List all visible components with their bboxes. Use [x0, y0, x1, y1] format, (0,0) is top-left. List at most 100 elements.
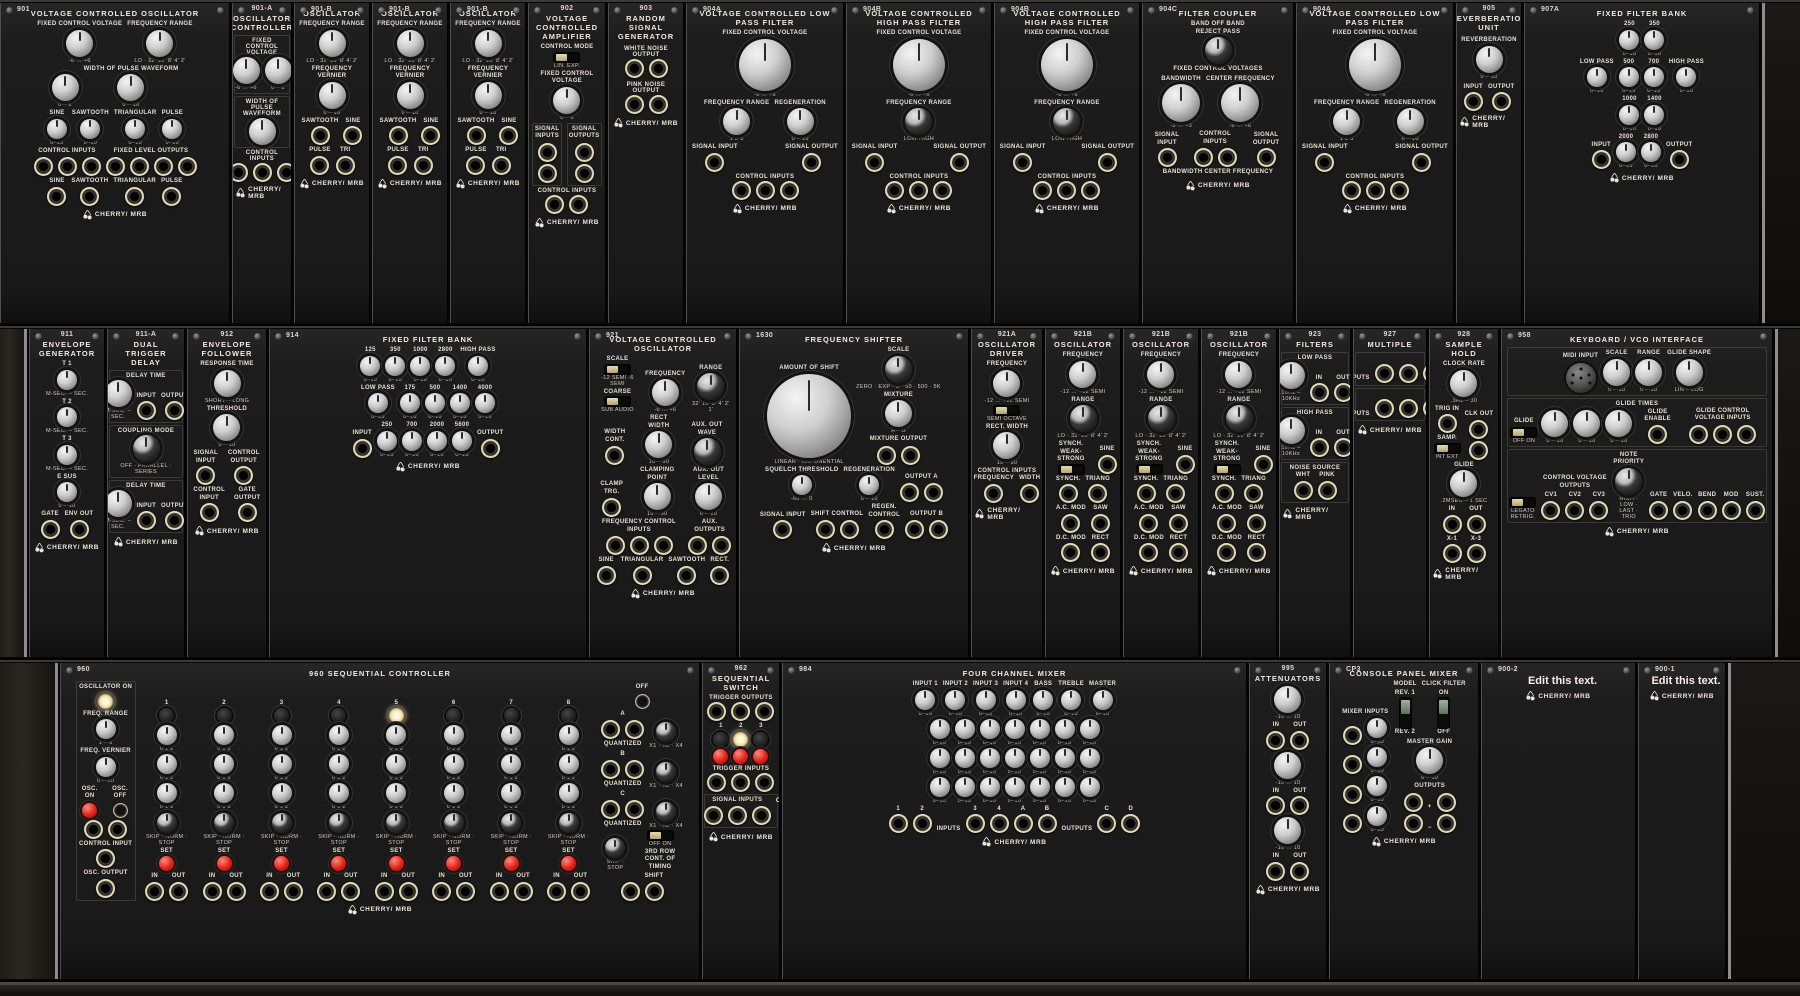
item-knob[interactable]	[930, 748, 950, 768]
item-jack[interactable]	[130, 157, 149, 176]
item-knob[interactable]	[329, 725, 349, 745]
aux-out-level-knob[interactable]	[695, 483, 722, 510]
item-knob[interactable]	[1279, 417, 1305, 444]
pink-jack[interactable]	[1318, 481, 1337, 500]
item-jack[interactable]	[538, 143, 557, 162]
item-jack[interactable]	[1469, 441, 1488, 460]
item-knob[interactable]	[214, 783, 234, 803]
rect-jack[interactable]	[1169, 543, 1188, 562]
item-jack[interactable]	[602, 498, 621, 517]
note-priority-knob[interactable]	[1615, 468, 1642, 495]
item-knob[interactable]	[1055, 748, 1075, 768]
175-knob[interactable]	[400, 393, 420, 413]
frequency-range-knob[interactable]	[905, 108, 932, 135]
item-jack[interactable]	[1437, 814, 1456, 833]
item-knob[interactable]	[52, 74, 79, 101]
item-knob[interactable]	[501, 754, 521, 774]
triangular-jack[interactable]	[125, 187, 144, 206]
signal-input-jack[interactable]	[1315, 153, 1334, 172]
2-jack[interactable]	[913, 814, 932, 833]
signal-input-jack[interactable]	[196, 466, 215, 485]
item-jack[interactable]	[731, 773, 750, 792]
control-mode-switch[interactable]	[554, 53, 579, 62]
item-jack[interactable]	[538, 164, 557, 183]
item-knob[interactable]	[559, 754, 579, 774]
1000-knob[interactable]	[410, 356, 430, 376]
item-knob[interactable]	[980, 777, 1000, 797]
item-knob[interactable]	[444, 783, 464, 803]
item-jack[interactable]	[901, 446, 920, 465]
sine-jack[interactable]	[1254, 455, 1273, 474]
squelch-threshold-knob[interactable]	[792, 475, 812, 495]
output-jack[interactable]	[1670, 150, 1689, 169]
item-jack[interactable]	[1343, 726, 1362, 745]
triang-jack[interactable]	[1088, 484, 1107, 503]
editable-text-field[interactable]: Edit this text.	[1651, 675, 1720, 687]
range-knob[interactable]	[697, 373, 724, 400]
rect-width-knob[interactable]	[993, 432, 1020, 459]
master-gain-knob[interactable]	[1416, 747, 1443, 774]
in-jack[interactable]	[490, 882, 509, 901]
item-knob[interactable]	[605, 838, 625, 858]
osc-output-jack[interactable]	[96, 879, 115, 898]
shift-jack[interactable]	[645, 882, 664, 901]
lamp[interactable]	[98, 694, 113, 709]
item-switch[interactable]	[648, 831, 673, 840]
input-jack[interactable]	[353, 439, 372, 458]
item-knob[interactable]	[157, 725, 177, 745]
item-knob[interactable]	[1367, 806, 1387, 826]
item-jack[interactable]	[712, 536, 731, 555]
item-knob[interactable]	[501, 813, 521, 833]
d-c-mod-jack[interactable]	[1061, 543, 1080, 562]
item-jack[interactable]	[606, 536, 625, 555]
125-knob[interactable]	[360, 356, 380, 376]
set-button[interactable]	[159, 856, 174, 871]
freq-range-knob[interactable]	[96, 719, 116, 739]
item-jack[interactable]	[1343, 814, 1362, 833]
item-jack[interactable]	[605, 446, 624, 465]
item-jack[interactable]	[1437, 793, 1456, 812]
item-jack[interactable]	[1218, 148, 1237, 167]
item-jack[interactable]	[82, 157, 101, 176]
velo-jack[interactable]	[1673, 501, 1692, 520]
mixture-knob[interactable]	[885, 400, 912, 427]
lamp-2[interactable]	[217, 708, 232, 723]
regeneration-knob[interactable]	[859, 475, 879, 495]
item-jack[interactable]	[232, 163, 248, 182]
set-button[interactable]	[274, 856, 289, 871]
in-jack[interactable]	[1310, 383, 1329, 402]
item-knob[interactable]	[559, 783, 579, 803]
set-button[interactable]	[504, 856, 519, 871]
pulse-jack[interactable]	[466, 156, 485, 175]
frequency-knob[interactable]	[1225, 361, 1252, 388]
scale-switch[interactable]	[605, 365, 630, 374]
input-3-knob[interactable]	[976, 690, 996, 710]
tri-jack[interactable]	[492, 156, 511, 175]
item-jack[interactable]	[1342, 181, 1361, 200]
item-knob[interactable]	[955, 777, 975, 797]
bend-jack[interactable]	[1698, 501, 1717, 520]
item-jack[interactable]	[1399, 399, 1418, 418]
in-jack[interactable]	[375, 882, 394, 901]
item-knob[interactable]	[1274, 686, 1301, 713]
triangular-jack[interactable]	[633, 566, 652, 585]
triang-jack[interactable]	[1166, 484, 1185, 503]
trig-in-jack[interactable]	[1438, 414, 1457, 433]
item-jack[interactable]	[1404, 814, 1423, 833]
glide-knob[interactable]	[1450, 470, 1477, 497]
2000-knob[interactable]	[427, 431, 447, 451]
e-sus-knob[interactable]	[57, 482, 77, 502]
signal-input-jack[interactable]	[1013, 153, 1032, 172]
coarse-switch[interactable]	[605, 397, 630, 406]
item-jack[interactable]	[1375, 399, 1394, 418]
out-jack[interactable]	[1334, 383, 1351, 402]
c-jack[interactable]	[1097, 814, 1116, 833]
item-jack[interactable]	[924, 483, 943, 502]
item-knob[interactable]	[1367, 718, 1387, 738]
signal-output-jack[interactable]	[1257, 148, 1276, 167]
350-knob[interactable]	[1644, 30, 1664, 50]
input-1-knob[interactable]	[915, 690, 935, 710]
item-knob[interactable]	[329, 813, 349, 833]
1400-knob[interactable]	[450, 393, 470, 413]
item-knob[interactable]	[955, 719, 975, 739]
